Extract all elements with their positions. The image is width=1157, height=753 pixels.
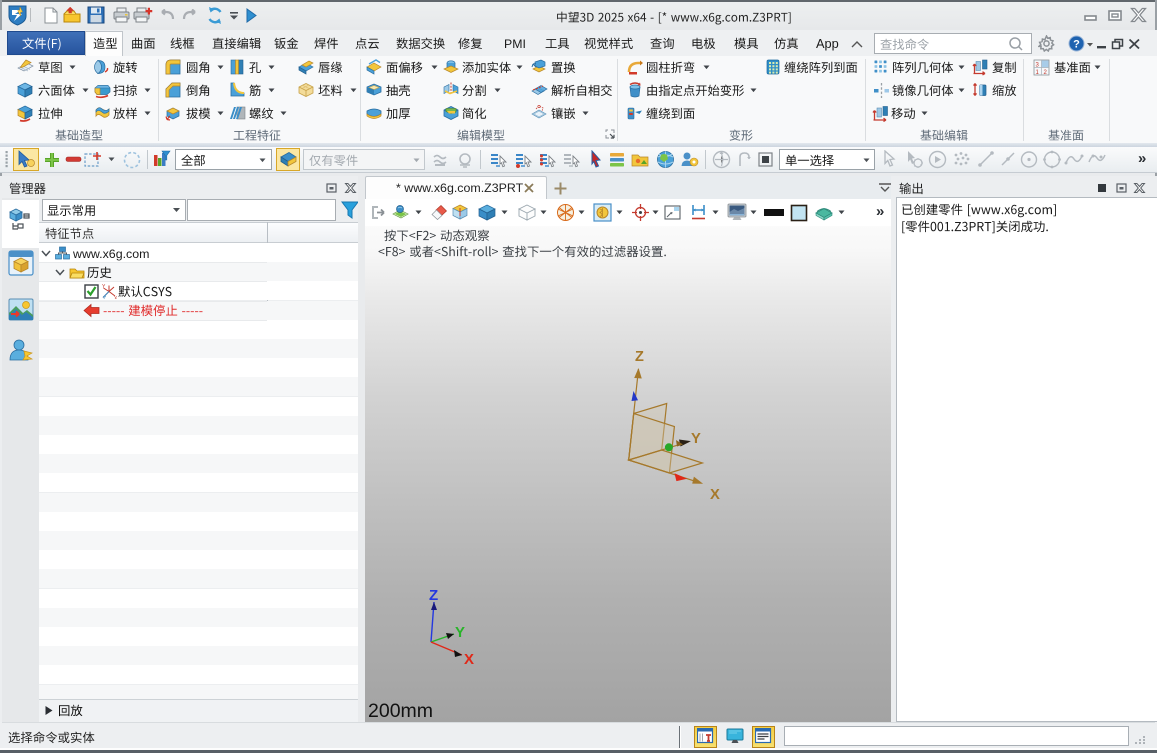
svg-text:X: X (114, 296, 117, 299)
svg-text:?: ? (1073, 39, 1080, 51)
svg-text:Z: Z (103, 296, 106, 299)
